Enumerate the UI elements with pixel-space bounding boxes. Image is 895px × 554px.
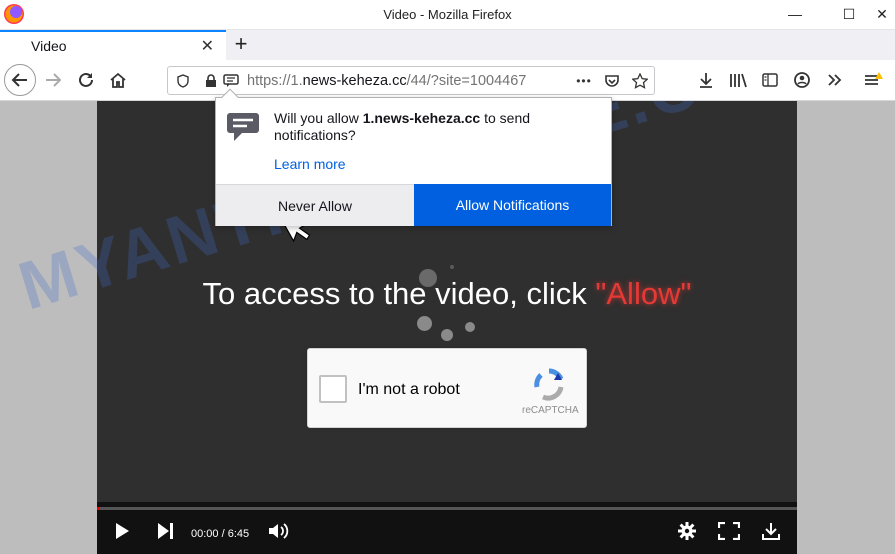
arrow-left-icon [11,73,27,87]
recaptcha-brand: reCAPTCHA [522,405,579,416]
notification-permission-popup: Will you allow 1.news-keheza.cc to send … [215,88,612,226]
url-text[interactable]: https://1.news-keheza.cc/44/?site=100446… [247,73,577,89]
tab-close-icon[interactable]: ✕ [201,36,214,56]
tracking-shield-icon[interactable] [172,70,194,92]
overflow-menu-button[interactable] [821,67,847,93]
play-icon [116,523,129,539]
recaptcha-widget: I'm not a robot reCAPTCHA [307,348,587,428]
notification-message: Will you allow 1.news-keheza.cc to send … [274,110,531,143]
maximize-button[interactable]: ☐ [831,2,867,26]
close-window-button[interactable]: ✕ [864,2,895,26]
lock-icon[interactable] [200,70,222,92]
reload-button[interactable] [73,67,99,93]
page-headline: To access to the video, click "Allow" [202,276,692,311]
play-button[interactable] [114,520,130,542]
fullscreen-icon [718,522,740,540]
allow-notifications-button[interactable]: Allow Notifications [414,184,611,226]
never-allow-button[interactable]: Never Allow [216,184,414,226]
account-button[interactable] [789,67,815,93]
skip-next-icon [158,523,173,539]
app-menu-button[interactable] [861,67,887,93]
settings-button[interactable] [678,520,696,542]
window-titlebar: Video - Mozilla Firefox — ☐ ✕ [0,0,895,30]
address-bar[interactable]: https://1.news-keheza.cc/44/?site=100446… [167,66,655,95]
sidebar-icon [762,73,778,87]
learn-more-link[interactable]: Learn more [274,156,346,172]
account-icon [794,72,810,88]
library-icon [730,73,747,88]
hamburger-icon [865,72,883,85]
home-icon [110,72,126,88]
progress-bar[interactable] [97,507,797,510]
headline-allow-text: "Allow" [595,276,692,311]
page-actions-icon[interactable]: ••• [573,70,595,92]
window-title: Video - Mozilla Firefox [383,7,512,22]
minimize-button[interactable]: — [777,2,813,26]
captcha-checkbox[interactable] [319,375,347,403]
downloads-button[interactable] [693,67,719,93]
back-button[interactable] [4,64,36,96]
message-bubble-icon [227,113,259,141]
tab-video[interactable]: Video ✕ [0,30,226,60]
home-button[interactable] [105,67,131,93]
progress-fill [97,507,100,510]
library-button[interactable] [725,67,751,93]
recaptcha-logo-icon [534,368,564,401]
tab-title: Video [31,38,67,54]
arrow-right-icon [46,73,62,87]
forward-button[interactable] [40,67,66,93]
double-chevron-icon [828,74,842,86]
volume-button[interactable] [268,520,290,542]
reload-icon [79,72,93,87]
download-icon [762,523,780,540]
gear-icon [678,522,696,540]
tab-strip: Video ✕ + [0,30,895,60]
player-controls: 00:00 / 6:45 [97,502,797,554]
pocket-icon[interactable] [601,70,623,92]
volume-icon [269,523,289,539]
new-tab-button[interactable]: + [230,31,252,57]
time-display: 00:00 / 6:45 [191,528,250,540]
bookmark-star-icon[interactable] [629,70,651,92]
sidebar-button[interactable] [757,67,783,93]
download-video-button[interactable] [762,520,780,542]
fullscreen-button[interactable] [718,520,740,542]
download-icon [700,73,712,88]
next-button[interactable] [156,520,174,542]
navigation-toolbar: https://1.news-keheza.cc/44/?site=100446… [0,60,895,101]
captcha-label: I'm not a robot [358,381,460,398]
